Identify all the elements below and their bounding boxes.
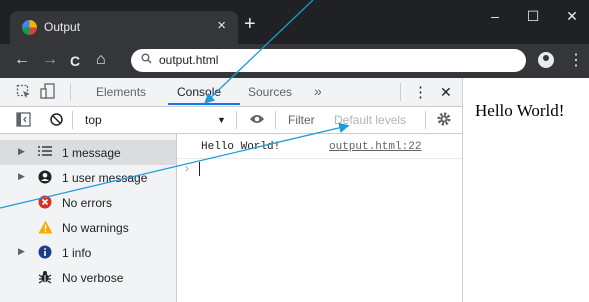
more-tabs-button[interactable]: » xyxy=(314,83,322,99)
title-bar: Output × + – ☐ ✕ xyxy=(0,0,589,44)
reload-button[interactable]: C xyxy=(70,53,80,69)
console-log-message: Hello World! xyxy=(201,141,281,153)
forward-button[interactable]: → xyxy=(42,51,58,69)
maximize-button[interactable]: ☐ xyxy=(522,8,544,25)
console-input-cursor[interactable] xyxy=(199,162,200,176)
devtools-close-icon[interactable]: ✕ xyxy=(440,84,452,101)
active-tab-indicator xyxy=(168,103,240,105)
browser-menu-icon[interactable]: ⋮ xyxy=(568,50,584,70)
default-levels-dropdown[interactable]: Default levels xyxy=(334,113,406,127)
divider xyxy=(425,111,426,129)
sidebar-item-warnings[interactable]: No warnings xyxy=(0,215,176,240)
tab-sources[interactable]: Sources xyxy=(248,85,292,99)
sidebar-item-verbose[interactable]: No verbose xyxy=(0,265,176,290)
user-icon xyxy=(38,170,52,184)
clear-console-icon[interactable] xyxy=(49,112,64,130)
minimize-button[interactable]: – xyxy=(484,8,506,24)
sidebar-item-errors[interactable]: No errors xyxy=(0,190,176,215)
sidebar-item-messages[interactable]: ▶ 1 message xyxy=(0,140,176,165)
console-output[interactable]: Hello World! output.html:22 › xyxy=(177,134,462,302)
address-bar[interactable]: output.html xyxy=(131,49,526,72)
tab-elements[interactable]: Elements xyxy=(96,85,146,99)
expand-caret-icon[interactable]: ▶ xyxy=(18,146,25,157)
warning-icon xyxy=(38,220,53,234)
inspect-element-icon[interactable] xyxy=(16,84,32,103)
home-button[interactable]: ⌂ xyxy=(96,51,106,69)
console-sidebar: ▶ 1 message ▶ 1 user message No errors N… xyxy=(0,134,177,302)
expand-caret-icon[interactable]: ▶ xyxy=(18,246,25,257)
context-dropdown-icon[interactable]: ▼ xyxy=(217,115,226,125)
favicon-icon xyxy=(22,20,37,35)
divider xyxy=(236,111,237,129)
devtools-menu-icon[interactable]: ⋮ xyxy=(413,83,428,101)
error-icon xyxy=(38,195,52,209)
list-icon xyxy=(38,145,52,159)
close-window-button[interactable]: ✕ xyxy=(561,8,583,25)
info-icon xyxy=(38,245,52,259)
back-button[interactable]: ← xyxy=(14,51,30,69)
tab-console[interactable]: Console xyxy=(177,85,221,99)
devtools-tab-bar: Elements Console Sources » ⋮ ✕ xyxy=(0,78,462,107)
console-source-link[interactable]: output.html:22 xyxy=(329,141,421,153)
profile-icon[interactable] xyxy=(538,52,554,68)
show-sidebar-icon[interactable] xyxy=(16,112,31,130)
bug-icon xyxy=(38,270,52,284)
url-text: output.html xyxy=(159,53,219,67)
console-prompt-icon: › xyxy=(185,161,189,175)
sidebar-item-label: 1 info xyxy=(62,246,92,260)
divider xyxy=(70,83,71,101)
sidebar-item-label: No verbose xyxy=(62,271,124,285)
context-selector[interactable]: top xyxy=(85,113,102,127)
sidebar-item-label: No warnings xyxy=(62,221,129,235)
expand-caret-icon[interactable]: ▶ xyxy=(18,171,25,182)
device-toolbar-icon[interactable] xyxy=(40,83,56,103)
sidebar-item-label: 1 user message xyxy=(62,171,148,185)
tab-close-icon[interactable]: × xyxy=(217,17,226,34)
divider xyxy=(275,111,276,129)
settings-gear-icon[interactable] xyxy=(436,111,452,130)
search-icon xyxy=(141,52,152,67)
divider xyxy=(177,158,462,159)
devtools-panel: Elements Console Sources » ⋮ ✕ top ▼ Fil… xyxy=(0,78,463,302)
sidebar-item-user-messages[interactable]: ▶ 1 user message xyxy=(0,165,176,190)
live-expression-eye-icon[interactable] xyxy=(249,113,265,128)
filter-label[interactable]: Filter xyxy=(288,113,315,127)
sidebar-item-info[interactable]: ▶ 1 info xyxy=(0,240,176,265)
browser-tab[interactable]: Output × xyxy=(10,11,238,44)
console-toolbar: top ▼ Filter Default levels xyxy=(0,107,462,134)
divider xyxy=(72,111,73,129)
tab-title: Output xyxy=(44,20,81,34)
browser-toolbar: ← → C ⌂ output.html ⋮ xyxy=(0,44,589,78)
page-body-text: Hello World! xyxy=(475,101,565,120)
page-viewport: Hello World! xyxy=(463,78,589,302)
new-tab-button[interactable]: + xyxy=(244,14,256,34)
sidebar-item-label: 1 message xyxy=(62,146,121,160)
sidebar-item-label: No errors xyxy=(62,196,113,210)
divider xyxy=(400,83,401,101)
